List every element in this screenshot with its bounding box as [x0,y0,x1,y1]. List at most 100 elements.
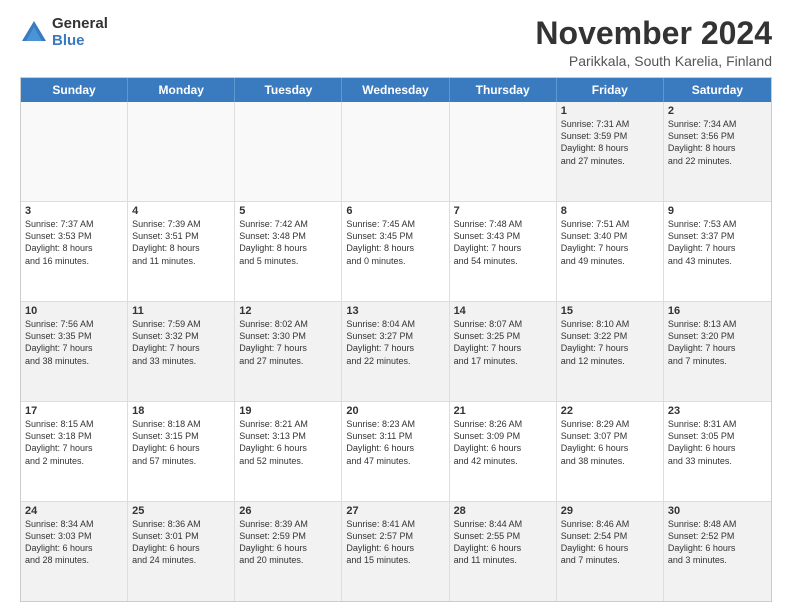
calendar-cell: 19Sunrise: 8:21 AMSunset: 3:13 PMDayligh… [235,402,342,501]
day-number: 15 [561,305,659,317]
calendar-cell: 7Sunrise: 7:48 AMSunset: 3:43 PMDaylight… [450,202,557,301]
calendar-cell [235,102,342,201]
calendar-cell: 13Sunrise: 8:04 AMSunset: 3:27 PMDayligh… [342,302,449,401]
day-number: 5 [239,205,337,217]
calendar-cell: 14Sunrise: 8:07 AMSunset: 3:25 PMDayligh… [450,302,557,401]
day-number: 17 [25,405,123,417]
logo-text: General Blue [52,16,108,49]
cell-info: Sunrise: 7:51 AMSunset: 3:40 PMDaylight:… [561,218,659,267]
cell-info: Sunrise: 8:34 AMSunset: 3:03 PMDaylight:… [25,518,123,567]
calendar-cell: 8Sunrise: 7:51 AMSunset: 3:40 PMDaylight… [557,202,664,301]
day-number: 6 [346,205,444,217]
calendar-cell [128,102,235,201]
logo-blue: Blue [52,33,108,50]
day-number: 14 [454,305,552,317]
calendar-row: 10Sunrise: 7:56 AMSunset: 3:35 PMDayligh… [21,302,771,402]
calendar-cell: 17Sunrise: 8:15 AMSunset: 3:18 PMDayligh… [21,402,128,501]
cell-info: Sunrise: 8:26 AMSunset: 3:09 PMDaylight:… [454,418,552,467]
cell-info: Sunrise: 8:21 AMSunset: 3:13 PMDaylight:… [239,418,337,467]
day-number: 18 [132,405,230,417]
calendar-cell [21,102,128,201]
day-number: 25 [132,505,230,517]
cell-info: Sunrise: 8:02 AMSunset: 3:30 PMDaylight:… [239,318,337,367]
calendar-cell: 12Sunrise: 8:02 AMSunset: 3:30 PMDayligh… [235,302,342,401]
logo-icon [20,19,48,47]
calendar-cell: 2Sunrise: 7:34 AMSunset: 3:56 PMDaylight… [664,102,771,201]
day-number: 22 [561,405,659,417]
month-title: November 2024 [535,16,772,51]
cell-info: Sunrise: 7:34 AMSunset: 3:56 PMDaylight:… [668,118,767,167]
day-number: 16 [668,305,767,317]
cell-info: Sunrise: 7:39 AMSunset: 3:51 PMDaylight:… [132,218,230,267]
day-number: 24 [25,505,123,517]
cell-info: Sunrise: 8:46 AMSunset: 2:54 PMDaylight:… [561,518,659,567]
calendar-cell: 22Sunrise: 8:29 AMSunset: 3:07 PMDayligh… [557,402,664,501]
calendar-row: 1Sunrise: 7:31 AMSunset: 3:59 PMDaylight… [21,102,771,202]
day-number: 1 [561,105,659,117]
cell-info: Sunrise: 8:41 AMSunset: 2:57 PMDaylight:… [346,518,444,567]
weekday-header: Thursday [450,78,557,102]
cell-info: Sunrise: 7:53 AMSunset: 3:37 PMDaylight:… [668,218,767,267]
cell-info: Sunrise: 7:59 AMSunset: 3:32 PMDaylight:… [132,318,230,367]
calendar-cell [450,102,557,201]
weekday-header: Tuesday [235,78,342,102]
cell-info: Sunrise: 7:56 AMSunset: 3:35 PMDaylight:… [25,318,123,367]
cell-info: Sunrise: 7:31 AMSunset: 3:59 PMDaylight:… [561,118,659,167]
calendar: SundayMondayTuesdayWednesdayThursdayFrid… [20,77,772,602]
day-number: 20 [346,405,444,417]
day-number: 9 [668,205,767,217]
calendar-cell: 16Sunrise: 8:13 AMSunset: 3:20 PMDayligh… [664,302,771,401]
calendar-cell: 25Sunrise: 8:36 AMSunset: 3:01 PMDayligh… [128,502,235,601]
weekday-header: Friday [557,78,664,102]
calendar-cell: 1Sunrise: 7:31 AMSunset: 3:59 PMDaylight… [557,102,664,201]
weekday-header: Sunday [21,78,128,102]
calendar-cell: 23Sunrise: 8:31 AMSunset: 3:05 PMDayligh… [664,402,771,501]
cell-info: Sunrise: 8:44 AMSunset: 2:55 PMDaylight:… [454,518,552,567]
day-number: 4 [132,205,230,217]
day-number: 26 [239,505,337,517]
day-number: 28 [454,505,552,517]
calendar-cell: 24Sunrise: 8:34 AMSunset: 3:03 PMDayligh… [21,502,128,601]
calendar-cell: 20Sunrise: 8:23 AMSunset: 3:11 PMDayligh… [342,402,449,501]
calendar-cell: 15Sunrise: 8:10 AMSunset: 3:22 PMDayligh… [557,302,664,401]
header: General Blue November 2024 Parikkala, So… [20,16,772,69]
cell-info: Sunrise: 8:39 AMSunset: 2:59 PMDaylight:… [239,518,337,567]
day-number: 21 [454,405,552,417]
calendar-cell: 11Sunrise: 7:59 AMSunset: 3:32 PMDayligh… [128,302,235,401]
calendar-cell: 28Sunrise: 8:44 AMSunset: 2:55 PMDayligh… [450,502,557,601]
calendar-cell [342,102,449,201]
weekday-header: Saturday [664,78,771,102]
calendar-cell: 21Sunrise: 8:26 AMSunset: 3:09 PMDayligh… [450,402,557,501]
day-number: 12 [239,305,337,317]
day-number: 27 [346,505,444,517]
calendar-cell: 30Sunrise: 8:48 AMSunset: 2:52 PMDayligh… [664,502,771,601]
calendar-cell: 4Sunrise: 7:39 AMSunset: 3:51 PMDaylight… [128,202,235,301]
calendar-row: 3Sunrise: 7:37 AMSunset: 3:53 PMDaylight… [21,202,771,302]
day-number: 19 [239,405,337,417]
calendar-cell: 9Sunrise: 7:53 AMSunset: 3:37 PMDaylight… [664,202,771,301]
calendar-cell: 18Sunrise: 8:18 AMSunset: 3:15 PMDayligh… [128,402,235,501]
day-number: 3 [25,205,123,217]
day-number: 13 [346,305,444,317]
cell-info: Sunrise: 8:13 AMSunset: 3:20 PMDaylight:… [668,318,767,367]
logo-general: General [52,16,108,33]
cell-info: Sunrise: 8:48 AMSunset: 2:52 PMDaylight:… [668,518,767,567]
day-number: 30 [668,505,767,517]
day-number: 7 [454,205,552,217]
calendar-cell: 10Sunrise: 7:56 AMSunset: 3:35 PMDayligh… [21,302,128,401]
day-number: 2 [668,105,767,117]
cell-info: Sunrise: 7:37 AMSunset: 3:53 PMDaylight:… [25,218,123,267]
calendar-cell: 5Sunrise: 7:42 AMSunset: 3:48 PMDaylight… [235,202,342,301]
cell-info: Sunrise: 7:42 AMSunset: 3:48 PMDaylight:… [239,218,337,267]
cell-info: Sunrise: 8:18 AMSunset: 3:15 PMDaylight:… [132,418,230,467]
weekday-header: Monday [128,78,235,102]
calendar-cell: 3Sunrise: 7:37 AMSunset: 3:53 PMDaylight… [21,202,128,301]
page: General Blue November 2024 Parikkala, So… [0,0,792,612]
cell-info: Sunrise: 7:45 AMSunset: 3:45 PMDaylight:… [346,218,444,267]
day-number: 29 [561,505,659,517]
calendar-cell: 26Sunrise: 8:39 AMSunset: 2:59 PMDayligh… [235,502,342,601]
calendar-row: 24Sunrise: 8:34 AMSunset: 3:03 PMDayligh… [21,502,771,601]
calendar-body: 1Sunrise: 7:31 AMSunset: 3:59 PMDaylight… [21,102,771,601]
calendar-cell: 6Sunrise: 7:45 AMSunset: 3:45 PMDaylight… [342,202,449,301]
cell-info: Sunrise: 8:23 AMSunset: 3:11 PMDaylight:… [346,418,444,467]
